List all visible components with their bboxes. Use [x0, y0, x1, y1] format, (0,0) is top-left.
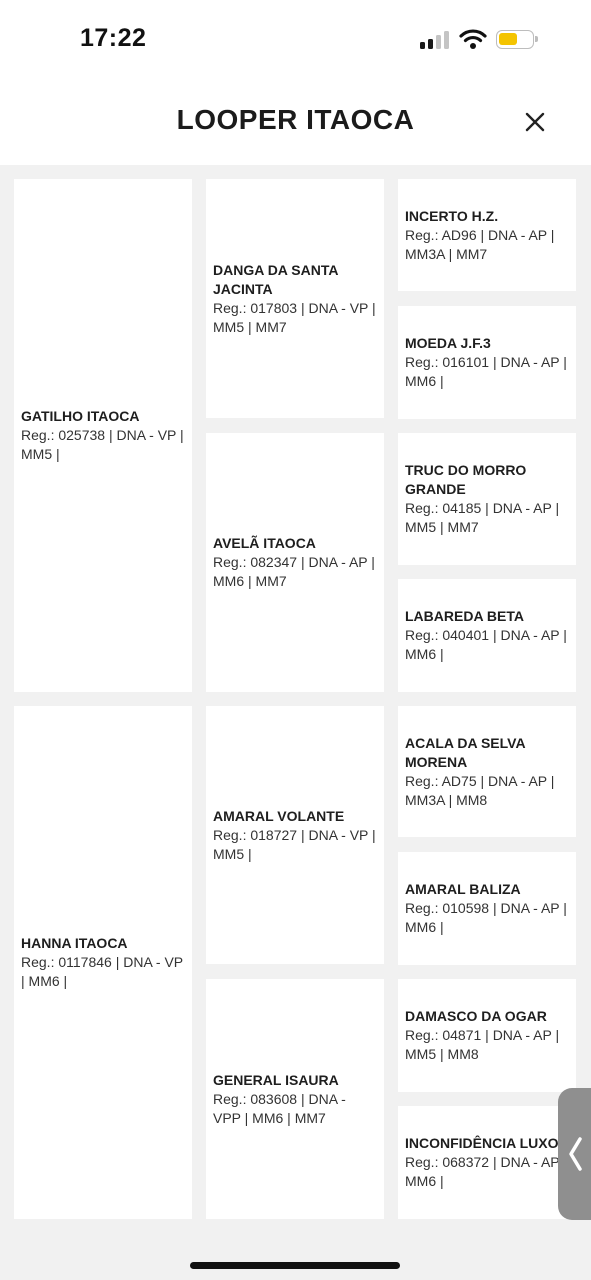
pedigree-card-ggp-2[interactable]: MOEDA J.F.3 Reg.: 016101 | DNA - AP | MM…: [398, 306, 576, 419]
horse-info: Reg.: 010598 | DNA - AP | MM6 |: [405, 900, 567, 935]
pedigree-card-sire-sire[interactable]: DANGA DA SANTA JACINTA Reg.: 017803 | DN…: [206, 179, 384, 418]
cellular-signal-icon: [420, 31, 450, 49]
horse-name: ACALA DA SELVA MORENA: [405, 734, 526, 770]
horse-name: LABAREDA BETA: [405, 608, 524, 624]
horse-info: Reg.: 083608 | DNA - VPP | MM6 | MM7: [213, 1090, 346, 1126]
pedigree-card-sire[interactable]: GATILHO ITAOCA Reg.: 025738 | DNA - VP |…: [14, 179, 192, 692]
horse-info: Reg.: 04871 | DNA - AP | MM5 | MM8: [405, 1027, 560, 1062]
pedigree-card-ggp-5[interactable]: ACALA DA SELVA MORENA Reg.: AD75 | DNA -…: [398, 706, 576, 837]
horse-info: Reg.: AD75 | DNA - AP | MM3A | MM8: [405, 772, 555, 808]
horse-info: Reg.: 04185 | DNA - AP | MM5 | MM7: [405, 500, 560, 535]
horse-name: DANGA DA SANTA JACINTA: [213, 261, 338, 297]
horse-name: DAMASCO DA OGAR: [405, 1008, 547, 1024]
battery-icon: [496, 30, 538, 49]
pedigree-card-dam[interactable]: HANNA ITAOCA Reg.: 0117846 | DNA - VP | …: [14, 706, 192, 1219]
pedigree-card-ggp-8[interactable]: INCONFIDÊNCIA LUXO Reg.: 068372 | DNA - …: [398, 1106, 576, 1219]
chevron-left-icon: [569, 1137, 582, 1171]
horse-info: Reg.: 016101 | DNA - AP | MM6 |: [405, 354, 567, 389]
horse-info: Reg.: 082347 | DNA - AP | MM6 | MM7: [213, 554, 375, 589]
horse-name: INCONFIDÊNCIA LUXO: [405, 1135, 559, 1151]
horse-info: Reg.: 018727 | DNA - VP | MM5 |: [213, 826, 376, 862]
horse-name: AVELÃ ITAOCA: [213, 535, 316, 551]
horse-name: INCERTO H.Z.: [405, 207, 499, 224]
status-bar: 17:22: [0, 0, 591, 80]
close-button[interactable]: [518, 105, 552, 139]
horse-name: HANNA ITAOCA: [21, 935, 128, 951]
horse-info: Reg.: 017803 | DNA - VP | MM5 | MM7: [213, 299, 376, 335]
pedigree-card-ggp-4[interactable]: LABAREDA BETA Reg.: 040401 | DNA - AP | …: [398, 579, 576, 692]
modal-header: LOOPER ITAOCA: [0, 80, 591, 165]
side-drawer-tab[interactable]: [558, 1088, 591, 1220]
pedigree-card-sire-dam[interactable]: AVELÃ ITAOCA Reg.: 082347 | DNA - AP | M…: [206, 433, 384, 692]
horse-info: Reg.: 068372 | DNA - AP | MM6 |: [405, 1154, 567, 1189]
home-indicator[interactable]: [190, 1262, 400, 1269]
wifi-icon: [459, 29, 487, 49]
horse-name: MOEDA J.F.3: [405, 335, 491, 351]
horse-info: Reg.: 0117846 | DNA - VP | MM6 |: [21, 954, 183, 989]
horse-info: Reg.: 025738 | DNA - VP | MM5 |: [21, 427, 184, 462]
pedigree-card-dam-sire[interactable]: AMARAL VOLANTE Reg.: 018727 | DNA - VP |…: [206, 706, 384, 964]
horse-name: AMARAL BALIZA: [405, 881, 521, 897]
horse-name: AMARAL VOLANTE: [213, 807, 345, 824]
pedigree-card-ggp-1[interactable]: INCERTO H.Z. Reg.: AD96 | DNA - AP | MM3…: [398, 179, 576, 291]
page-title: LOOPER ITAOCA: [176, 104, 415, 135]
horse-name: GENERAL ISAURA: [213, 1071, 339, 1088]
pedigree-card-ggp-3[interactable]: TRUC DO MORRO GRANDE Reg.: 04185 | DNA -…: [398, 433, 576, 565]
pedigree-card-ggp-7[interactable]: DAMASCO DA OGAR Reg.: 04871 | DNA - AP |…: [398, 979, 576, 1092]
horse-info: Reg.: 040401 | DNA - AP | MM6 |: [405, 627, 567, 662]
pedigree-card-ggp-6[interactable]: AMARAL BALIZA Reg.: 010598 | DNA - AP | …: [398, 852, 576, 965]
horse-info: Reg.: AD96 | DNA - AP | MM3A | MM7: [405, 226, 555, 262]
pedigree-card-dam-dam[interactable]: GENERAL ISAURA Reg.: 083608 | DNA - VPP …: [206, 979, 384, 1219]
horse-name: GATILHO ITAOCA: [21, 408, 140, 424]
horse-name: TRUC DO MORRO GRANDE: [405, 462, 527, 497]
status-time: 17:22: [80, 24, 147, 52]
close-icon: [525, 112, 545, 132]
